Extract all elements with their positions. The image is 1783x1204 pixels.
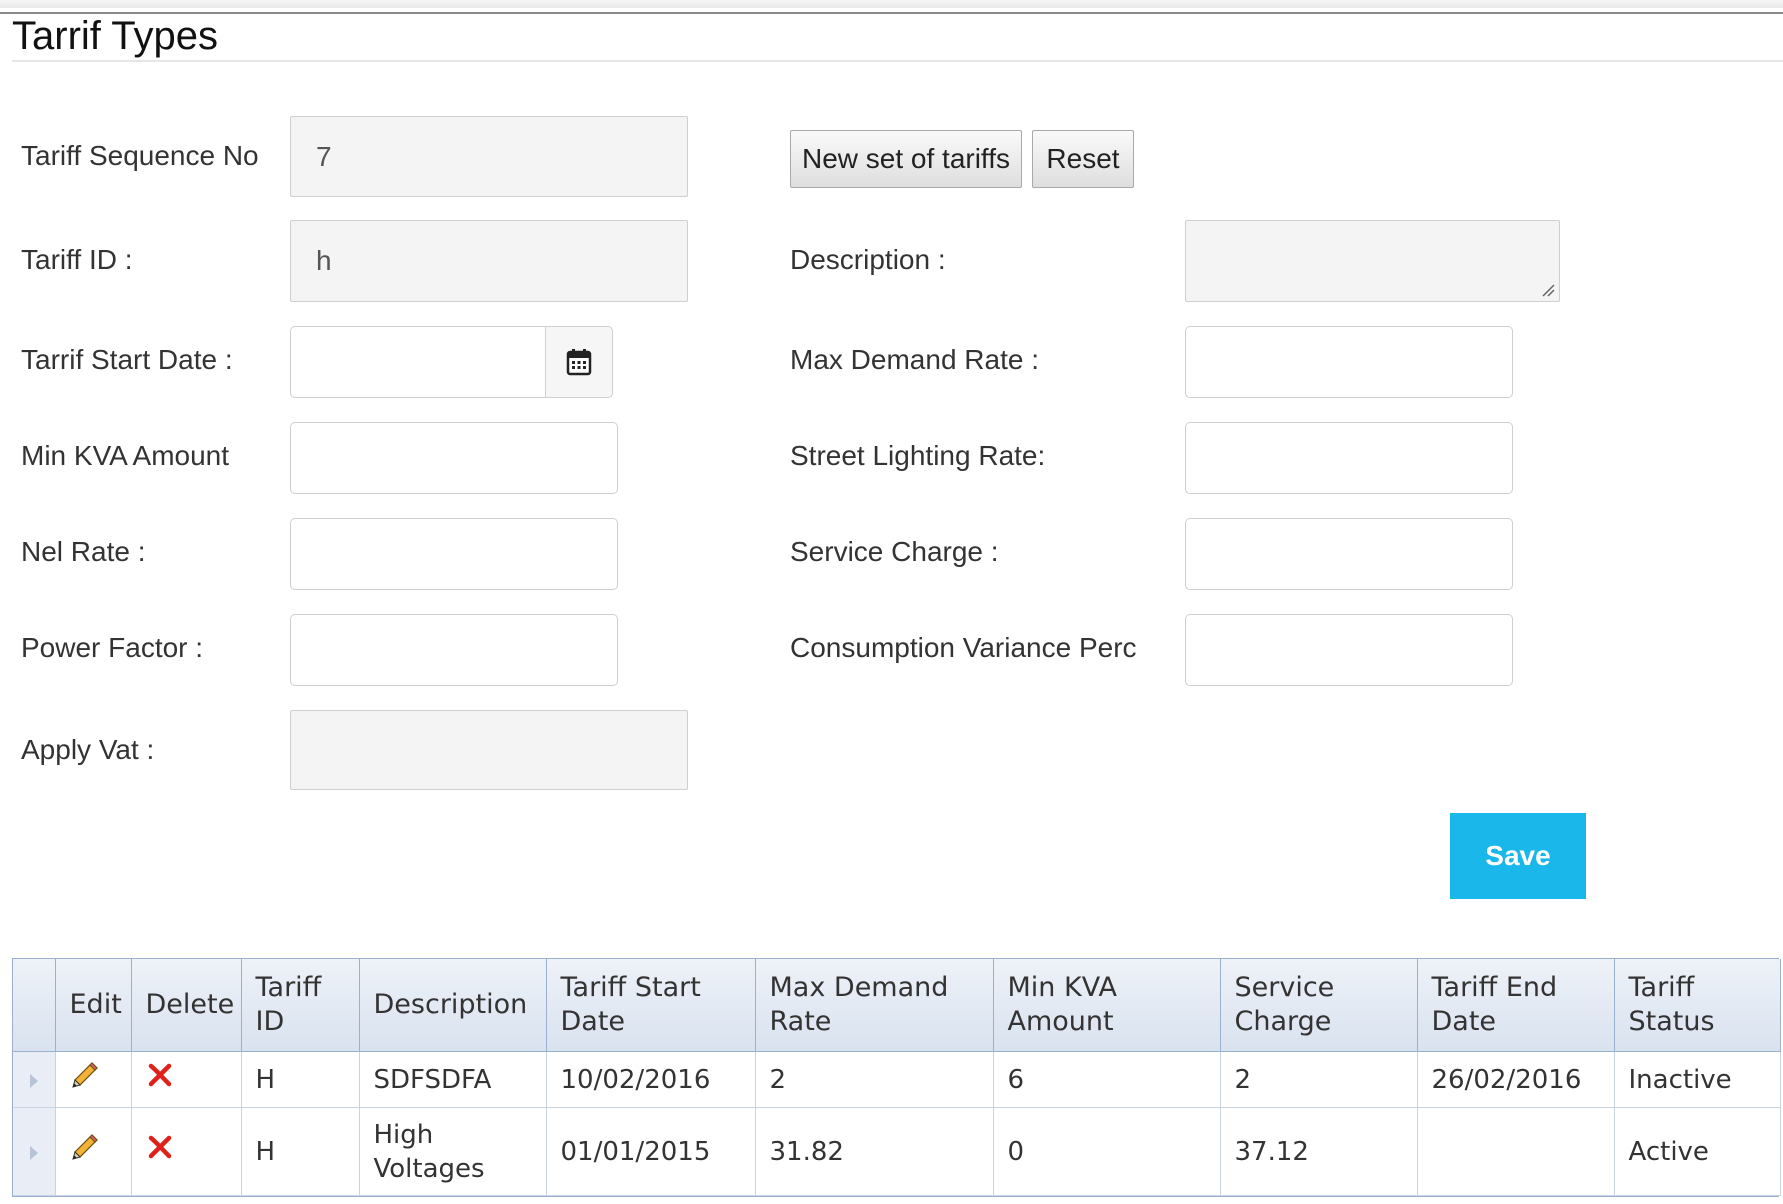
cell-max-demand: 2 [755,1051,994,1109]
consumption-variance-input[interactable] [1185,614,1513,686]
cell-service-charge: 37.12 [1220,1107,1418,1196]
cell-end-date [1417,1107,1615,1196]
power-factor-input[interactable] [290,614,618,686]
edit-cell[interactable] [55,1051,132,1109]
edit-cell[interactable] [55,1107,132,1196]
row-expander[interactable] [13,1107,56,1196]
cell-status: Inactive [1614,1051,1781,1109]
top-divider [0,12,1783,14]
title-rule [12,60,1783,62]
cell-min-kva: 0 [993,1107,1221,1196]
min-kva-input[interactable] [290,422,618,494]
grid-header-row: Edit Delete Tariff ID Description Tariff … [13,959,1781,1052]
row-expander[interactable] [13,1051,56,1109]
cell-min-kva: 6 [993,1051,1221,1109]
apply-vat-field[interactable] [290,710,688,790]
header-delete[interactable]: Delete [131,959,242,1052]
header-min-kva-amount[interactable]: Min KVA Amount [993,959,1221,1052]
header-select [13,959,56,1052]
header-description[interactable]: Description [359,959,547,1052]
nel-rate-label: Nel Rate : [21,536,146,567]
cell-tariff-id: H [241,1051,360,1109]
cell-tariff-id: H [241,1107,360,1196]
triangle-right-icon [29,1145,38,1160]
cell-start-date: 01/01/2015 [546,1107,756,1196]
consumption-variance-label: Consumption Variance Perc [790,632,1137,663]
cell-start-date: 10/02/2016 [546,1051,756,1109]
table-row[interactable]: H SDFSDFA 10/02/2016 2 6 2 26/02/2016 In… [13,1051,1781,1109]
tariff-sequence-label: Tariff Sequence No [21,140,259,171]
tariff-sequence-field[interactable]: 7 [290,116,688,197]
max-demand-rate-label: Max Demand Rate : [790,344,1039,375]
header-tariff-id[interactable]: Tariff ID [241,959,360,1052]
red-x-icon[interactable] [146,1061,174,1089]
header-tariff-status[interactable]: Tariff Status [1614,959,1781,1052]
reset-button[interactable]: Reset [1032,130,1134,188]
tariff-id-label: Tariff ID : [21,244,133,275]
pencil-icon[interactable] [70,1060,100,1090]
description-label: Description : [790,244,946,275]
service-charge-input[interactable] [1185,518,1513,590]
tariff-grid: Edit Delete Tariff ID Description Tariff … [12,958,1781,1197]
calendar-icon [566,349,592,376]
cell-status: Active [1614,1107,1781,1196]
header-tariff-end-date[interactable]: Tariff End Date [1417,959,1615,1052]
resize-grip-icon[interactable] [1541,283,1555,297]
triangle-right-icon [29,1073,38,1088]
delete-cell[interactable] [131,1107,242,1196]
cell-description: High Voltages [359,1107,547,1196]
calendar-button[interactable] [545,326,613,398]
header-edit[interactable]: Edit [55,959,132,1052]
header-max-demand-rate[interactable]: Max Demand Rate [755,959,994,1052]
cell-service-charge: 2 [1220,1051,1418,1109]
table-row[interactable]: H High Voltages 01/01/2015 31.82 0 37.12 … [13,1107,1781,1196]
cell-max-demand: 31.82 [755,1107,994,1196]
cell-end-date: 26/02/2016 [1417,1051,1615,1109]
street-lighting-rate-label: Street Lighting Rate: [790,440,1046,471]
page-title: Tarrif Types [12,14,218,58]
description-textarea[interactable] [1185,220,1560,302]
new-set-of-tariffs-button[interactable]: New set of tariffs [790,130,1022,188]
header-tariff-start-date[interactable]: Tariff Start Date [546,959,756,1052]
cell-description: SDFSDFA [359,1051,547,1109]
street-lighting-rate-input[interactable] [1185,422,1513,494]
save-button[interactable]: Save [1450,813,1586,899]
service-charge-label: Service Charge : [790,536,999,567]
tariff-start-date-input[interactable] [290,326,546,398]
nel-rate-input[interactable] [290,518,618,590]
header-service-charge[interactable]: Service Charge [1220,959,1418,1052]
tariff-start-date-label: Tarrif Start Date : [21,344,233,375]
pencil-icon[interactable] [70,1132,100,1162]
browser-chrome-strip [0,0,1783,8]
max-demand-rate-input[interactable] [1185,326,1513,398]
tariff-id-field[interactable]: h [290,220,688,302]
apply-vat-label: Apply Vat : [21,734,155,765]
min-kva-label: Min KVA Amount [21,440,230,471]
delete-cell[interactable] [131,1051,242,1109]
power-factor-label: Power Factor : [21,632,204,663]
red-x-icon[interactable] [146,1133,174,1161]
